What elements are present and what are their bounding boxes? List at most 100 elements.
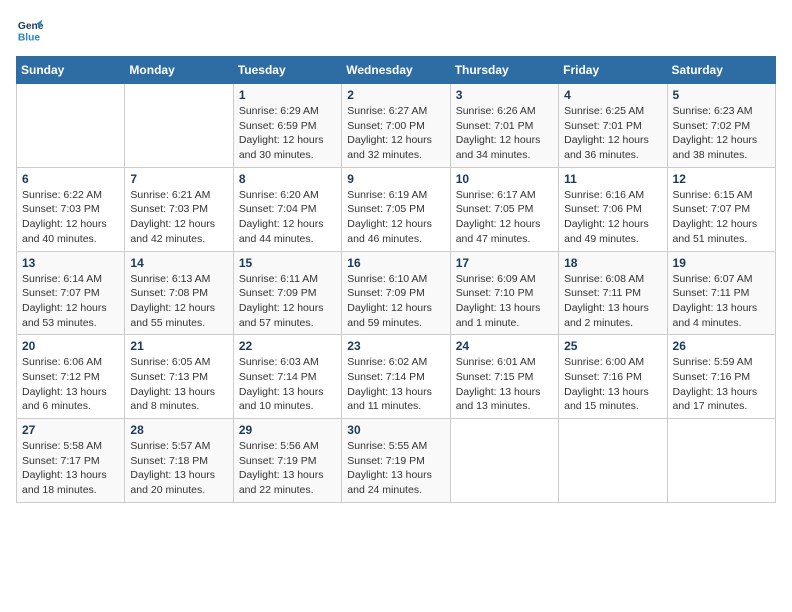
day-info: Sunrise: 5:59 AM Sunset: 7:16 PM Dayligh… <box>673 355 770 414</box>
calendar-cell: 30 Sunrise: 5:55 AM Sunset: 7:19 PM Dayli… <box>342 419 450 503</box>
weekday-header: Sunday <box>17 57 125 84</box>
day-info: Sunrise: 6:26 AM Sunset: 7:01 PM Dayligh… <box>456 104 553 163</box>
day-info: Sunrise: 6:02 AM Sunset: 7:14 PM Dayligh… <box>347 355 444 414</box>
day-number: 8 <box>239 172 336 186</box>
calendar-cell: 19Sunrise: 6:07 AM Sunset: 7:11 PM Dayli… <box>667 251 775 335</box>
day-number: 9 <box>347 172 444 186</box>
day-number: 23 <box>347 339 444 353</box>
calendar-cell: 21 Sunrise: 6:05 AM Sunset: 7:13 PM Dayli… <box>125 335 233 419</box>
calendar-cell: 26 Sunrise: 5:59 AM Sunset: 7:16 PM Dayli… <box>667 335 775 419</box>
calendar-cell: 27 Sunrise: 5:58 AM Sunset: 7:17 PM Dayli… <box>17 419 125 503</box>
day-info: Sunrise: 6:20 AM Sunset: 7:04 PM Dayligh… <box>239 188 336 247</box>
calendar-cell: 5 Sunrise: 6:23 AM Sunset: 7:02 PM Daylig… <box>667 84 775 168</box>
calendar-cell: 9 Sunrise: 6:19 AM Sunset: 7:05 PM Daylig… <box>342 167 450 251</box>
day-number: 29 <box>239 423 336 437</box>
calendar-cell <box>17 84 125 168</box>
day-number: 4 <box>564 88 661 102</box>
calendar-cell: 18 Sunrise: 6:08 AM Sunset: 7:11 PM Dayli… <box>559 251 667 335</box>
calendar-cell <box>559 419 667 503</box>
day-number: 10 <box>456 172 553 186</box>
day-info: Sunrise: 6:10 AM Sunset: 7:09 PM Dayligh… <box>347 272 444 331</box>
day-info: Sunrise: 6:16 AM Sunset: 7:06 PM Dayligh… <box>564 188 661 247</box>
weekday-header: Tuesday <box>233 57 341 84</box>
calendar-week-row: 13 Sunrise: 6:14 AM Sunset: 7:07 PM Dayli… <box>17 251 776 335</box>
calendar-cell: 12 Sunrise: 6:15 AM Sunset: 7:07 PM Dayli… <box>667 167 775 251</box>
day-info: Sunrise: 6:19 AM Sunset: 7:05 PM Dayligh… <box>347 188 444 247</box>
calendar-cell <box>450 419 558 503</box>
calendar-week-row: 6Sunrise: 6:22 AM Sunset: 7:03 PM Daylig… <box>17 167 776 251</box>
day-number: 21 <box>130 339 227 353</box>
day-number: 11 <box>564 172 661 186</box>
day-info: Sunrise: 6:25 AM Sunset: 7:01 PM Dayligh… <box>564 104 661 163</box>
day-number: 5 <box>673 88 770 102</box>
calendar-cell: 11 Sunrise: 6:16 AM Sunset: 7:06 PM Dayli… <box>559 167 667 251</box>
logo-icon: General Blue <box>16 16 44 44</box>
calendar-cell: 17Sunrise: 6:09 AM Sunset: 7:10 PM Dayli… <box>450 251 558 335</box>
day-info: Sunrise: 6:06 AM Sunset: 7:12 PM Dayligh… <box>22 355 119 414</box>
svg-text:Blue: Blue <box>18 32 41 43</box>
day-number: 1 <box>239 88 336 102</box>
day-info: Sunrise: 6:03 AM Sunset: 7:14 PM Dayligh… <box>239 355 336 414</box>
day-number: 20 <box>22 339 119 353</box>
day-number: 26 <box>673 339 770 353</box>
day-info: Sunrise: 5:57 AM Sunset: 7:18 PM Dayligh… <box>130 439 227 498</box>
calendar-header: SundayMondayTuesdayWednesdayThursdayFrid… <box>17 57 776 84</box>
calendar-cell: 22 Sunrise: 6:03 AM Sunset: 7:14 PM Dayli… <box>233 335 341 419</box>
calendar-cell: 24Sunrise: 6:01 AM Sunset: 7:15 PM Dayli… <box>450 335 558 419</box>
calendar-cell: 28 Sunrise: 5:57 AM Sunset: 7:18 PM Dayli… <box>125 419 233 503</box>
day-number: 15 <box>239 256 336 270</box>
day-number: 22 <box>239 339 336 353</box>
day-number: 24 <box>456 339 553 353</box>
calendar-cell: 8 Sunrise: 6:20 AM Sunset: 7:04 PM Daylig… <box>233 167 341 251</box>
weekday-header: Thursday <box>450 57 558 84</box>
day-number: 14 <box>130 256 227 270</box>
day-number: 3 <box>456 88 553 102</box>
calendar-cell: 16 Sunrise: 6:10 AM Sunset: 7:09 PM Dayli… <box>342 251 450 335</box>
weekday-header: Friday <box>559 57 667 84</box>
day-number: 25 <box>564 339 661 353</box>
day-info: Sunrise: 6:05 AM Sunset: 7:13 PM Dayligh… <box>130 355 227 414</box>
day-number: 30 <box>347 423 444 437</box>
calendar-cell: 29 Sunrise: 5:56 AM Sunset: 7:19 PM Dayli… <box>233 419 341 503</box>
day-info: Sunrise: 6:23 AM Sunset: 7:02 PM Dayligh… <box>673 104 770 163</box>
calendar-cell <box>125 84 233 168</box>
day-number: 2 <box>347 88 444 102</box>
calendar-cell: 4 Sunrise: 6:25 AM Sunset: 7:01 PM Daylig… <box>559 84 667 168</box>
calendar-cell: 10 Sunrise: 6:17 AM Sunset: 7:05 PM Dayli… <box>450 167 558 251</box>
day-info: Sunrise: 6:11 AM Sunset: 7:09 PM Dayligh… <box>239 272 336 331</box>
calendar-table: SundayMondayTuesdayWednesdayThursdayFrid… <box>16 56 776 503</box>
day-info: Sunrise: 6:14 AM Sunset: 7:07 PM Dayligh… <box>22 272 119 331</box>
day-info: Sunrise: 6:27 AM Sunset: 7:00 PM Dayligh… <box>347 104 444 163</box>
day-info: Sunrise: 5:58 AM Sunset: 7:17 PM Dayligh… <box>22 439 119 498</box>
day-info: Sunrise: 6:29 AM Sunset: 6:59 PM Dayligh… <box>239 104 336 163</box>
calendar-cell: 3 Sunrise: 6:26 AM Sunset: 7:01 PM Daylig… <box>450 84 558 168</box>
day-info: Sunrise: 6:15 AM Sunset: 7:07 PM Dayligh… <box>673 188 770 247</box>
day-info: Sunrise: 6:09 AM Sunset: 7:10 PM Dayligh… <box>456 272 553 331</box>
calendar-cell: 15 Sunrise: 6:11 AM Sunset: 7:09 PM Dayli… <box>233 251 341 335</box>
day-number: 13 <box>22 256 119 270</box>
calendar-cell: 25Sunrise: 6:00 AM Sunset: 7:16 PM Dayli… <box>559 335 667 419</box>
day-number: 16 <box>347 256 444 270</box>
day-info: Sunrise: 6:17 AM Sunset: 7:05 PM Dayligh… <box>456 188 553 247</box>
calendar-body: 1 Sunrise: 6:29 AM Sunset: 6:59 PM Daylig… <box>17 84 776 503</box>
day-info: Sunrise: 6:08 AM Sunset: 7:11 PM Dayligh… <box>564 272 661 331</box>
calendar-week-row: 27 Sunrise: 5:58 AM Sunset: 7:17 PM Dayli… <box>17 419 776 503</box>
day-info: Sunrise: 5:55 AM Sunset: 7:19 PM Dayligh… <box>347 439 444 498</box>
day-info: Sunrise: 5:56 AM Sunset: 7:19 PM Dayligh… <box>239 439 336 498</box>
day-number: 27 <box>22 423 119 437</box>
day-number: 18 <box>564 256 661 270</box>
calendar-cell: 13 Sunrise: 6:14 AM Sunset: 7:07 PM Dayli… <box>17 251 125 335</box>
day-number: 28 <box>130 423 227 437</box>
page-header: General Blue <box>16 16 776 44</box>
calendar-cell: 14Sunrise: 6:13 AM Sunset: 7:08 PM Dayli… <box>125 251 233 335</box>
calendar-cell <box>667 419 775 503</box>
calendar-cell: 20 Sunrise: 6:06 AM Sunset: 7:12 PM Dayli… <box>17 335 125 419</box>
day-number: 12 <box>673 172 770 186</box>
calendar-cell: 6Sunrise: 6:22 AM Sunset: 7:03 PM Daylig… <box>17 167 125 251</box>
calendar-cell: 23 Sunrise: 6:02 AM Sunset: 7:14 PM Dayli… <box>342 335 450 419</box>
logo: General Blue <box>16 16 44 44</box>
day-number: 7 <box>130 172 227 186</box>
calendar-week-row: 1 Sunrise: 6:29 AM Sunset: 6:59 PM Daylig… <box>17 84 776 168</box>
calendar-week-row: 20 Sunrise: 6:06 AM Sunset: 7:12 PM Dayli… <box>17 335 776 419</box>
day-info: Sunrise: 6:07 AM Sunset: 7:11 PM Dayligh… <box>673 272 770 331</box>
